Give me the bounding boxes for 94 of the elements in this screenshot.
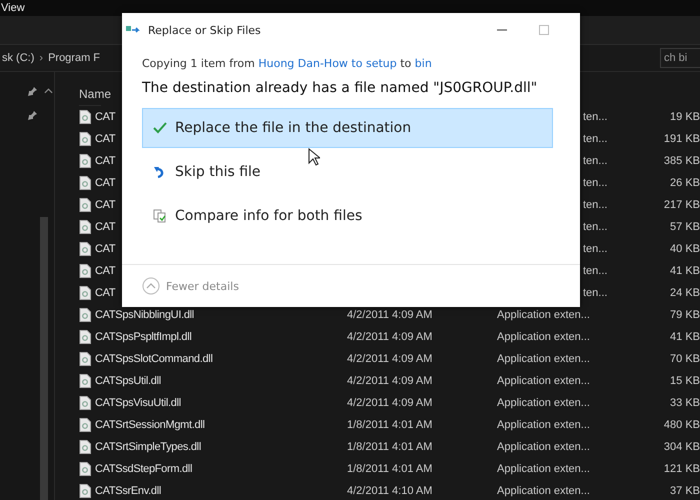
file-icon <box>79 352 91 366</box>
type-cell: Application exten... <box>497 485 590 497</box>
file-name[interactable]: CATSpsNibblingUI.dll <box>95 309 347 321</box>
type-cell: ten... <box>583 243 608 255</box>
type-cell: ten... <box>583 133 608 145</box>
file-icon <box>79 462 91 476</box>
size-cell-text: 121 KB <box>662 463 700 475</box>
type-cell: ten... <box>583 177 608 189</box>
copying-text: Copying 1 item from Huong Dan-How to setup to bin <box>142 57 433 70</box>
size-cell-text: 70 KB <box>669 353 700 365</box>
file-icon <box>79 198 91 212</box>
size-cell-text: 40 KB <box>669 243 700 255</box>
date-cell-text: 4/2/2011 4:10 AM <box>347 485 434 497</box>
type-cell: ten... <box>583 221 608 233</box>
file-icon <box>79 330 91 344</box>
window-title: Replace or Skip Files <box>148 24 262 36</box>
size-cell-text: 41 KB <box>669 265 700 277</box>
file-icon <box>79 440 91 454</box>
file-icon <box>79 154 91 168</box>
type-cell: ten... <box>583 265 608 277</box>
file-name[interactable]: CATSrtSimpleTypes.dll <box>95 441 347 453</box>
file-icon <box>79 176 91 190</box>
file-name[interactable]: CATSpsPspltfImpl.dll <box>95 331 347 343</box>
file-name[interactable]: CATSpsVisuUtil.dll <box>95 397 347 409</box>
date-cell-text: 1/8/2011 4:01 AM <box>347 419 434 431</box>
file-name[interactable]: CATSsdStepForm.dll <box>95 463 347 475</box>
chevron-up-icon <box>142 277 160 295</box>
mouse-cursor-icon <box>308 148 320 166</box>
size-cell-text: 480 KB <box>662 419 700 431</box>
date-cell-text: 4/2/2011 4:09 AM <box>347 397 434 409</box>
date-cell-text: 4/2/2011 4:09 AM <box>347 309 434 321</box>
type-cell: ten... <box>583 287 608 299</box>
type-cell: ten... <box>583 111 608 123</box>
date-cell-text: 1/8/2011 4:01 AM <box>347 441 434 453</box>
file-icon <box>79 132 91 146</box>
size-cell-text: 79 KB <box>669 309 700 321</box>
type-cell: Application exten... <box>497 419 590 431</box>
file-name[interactable]: CATSsrEnv.dll <box>95 485 347 497</box>
view-menu[interactable]: View <box>0 2 25 14</box>
size-cell-text: 57 KB <box>669 221 700 233</box>
size-cell-text: 217 KB <box>662 199 700 211</box>
source-link[interactable]: Huong Dan-How to setup <box>258 57 397 70</box>
file-icon <box>79 308 91 322</box>
search-field[interactable]: ch bi <box>660 48 700 68</box>
column-header[interactable]: Name <box>79 87 112 101</box>
type-cell: Application exten... <box>497 309 590 321</box>
size-cell-text: 385 KB <box>662 155 700 167</box>
date-cell-text: 4/2/2011 4:09 AM <box>347 331 434 343</box>
file-icon <box>79 484 91 498</box>
type-cell: Application exten... <box>497 397 590 409</box>
fewer-details-button[interactable]: Fewer details <box>142 277 239 295</box>
caret-icon[interactable] <box>44 88 53 94</box>
file-icon <box>79 418 91 432</box>
breadcrumb-item[interactable]: Program F <box>48 52 100 64</box>
file-icon <box>79 396 91 410</box>
file-icon <box>79 264 91 278</box>
pin-icon[interactable] <box>28 86 38 96</box>
size-cell-text: 41 KB <box>669 331 700 343</box>
option-button[interactable]: Replace the file in the destination <box>142 108 553 148</box>
date-cell-text: 1/8/2011 4:01 AM <box>347 463 434 475</box>
documents-icon <box>153 209 167 223</box>
scrollbar-thumb[interactable] <box>40 217 48 500</box>
size-cell-text: 15 KB <box>669 375 700 387</box>
file-name[interactable]: CATSpsSlotCommand.dll <box>95 353 347 365</box>
type-cell: ten... <box>583 199 608 211</box>
file-icon <box>79 242 91 256</box>
message-text: The destination already has a file named "JS0GROUP.dll" <box>142 80 538 96</box>
checkmark-icon <box>153 121 167 135</box>
file-icon <box>79 220 91 234</box>
file-icon <box>79 110 91 124</box>
size-cell-text: 19 KB <box>669 111 700 123</box>
size-cell-text: 304 KB <box>662 441 700 453</box>
pin-icon[interactable] <box>28 110 38 120</box>
size-cell-text: 37 KB <box>669 485 700 497</box>
size-cell-text: 191 KB <box>662 133 700 145</box>
type-cell: ten... <box>583 155 608 167</box>
target-link[interactable]: bin <box>414 57 432 70</box>
date-cell-text: 4/2/2011 4:09 AM <box>347 375 434 387</box>
type-cell: Application exten... <box>497 463 590 475</box>
breadcrumb-item[interactable]: sk (C:) <box>2 52 34 64</box>
file-name[interactable]: CATSrtSessionMgmt.dll <box>95 419 347 431</box>
file-icon <box>79 374 91 388</box>
type-cell: Application exten... <box>497 331 590 343</box>
date-cell-text: 4/2/2011 4:09 AM <box>347 353 434 365</box>
size-cell-text: 24 KB <box>669 287 700 299</box>
copy-files-icon <box>126 25 142 35</box>
breadcrumb-separator: › <box>39 52 44 64</box>
file-icon <box>79 286 91 300</box>
type-cell: Application exten... <box>497 375 590 387</box>
file-name[interactable]: CATSpsUtil.dll <box>95 375 347 387</box>
size-cell-text: 26 KB <box>669 177 700 189</box>
type-cell: Application exten... <box>497 441 590 453</box>
type-cell: Application exten... <box>497 353 590 365</box>
size-cell-text: 33 KB <box>669 397 700 409</box>
